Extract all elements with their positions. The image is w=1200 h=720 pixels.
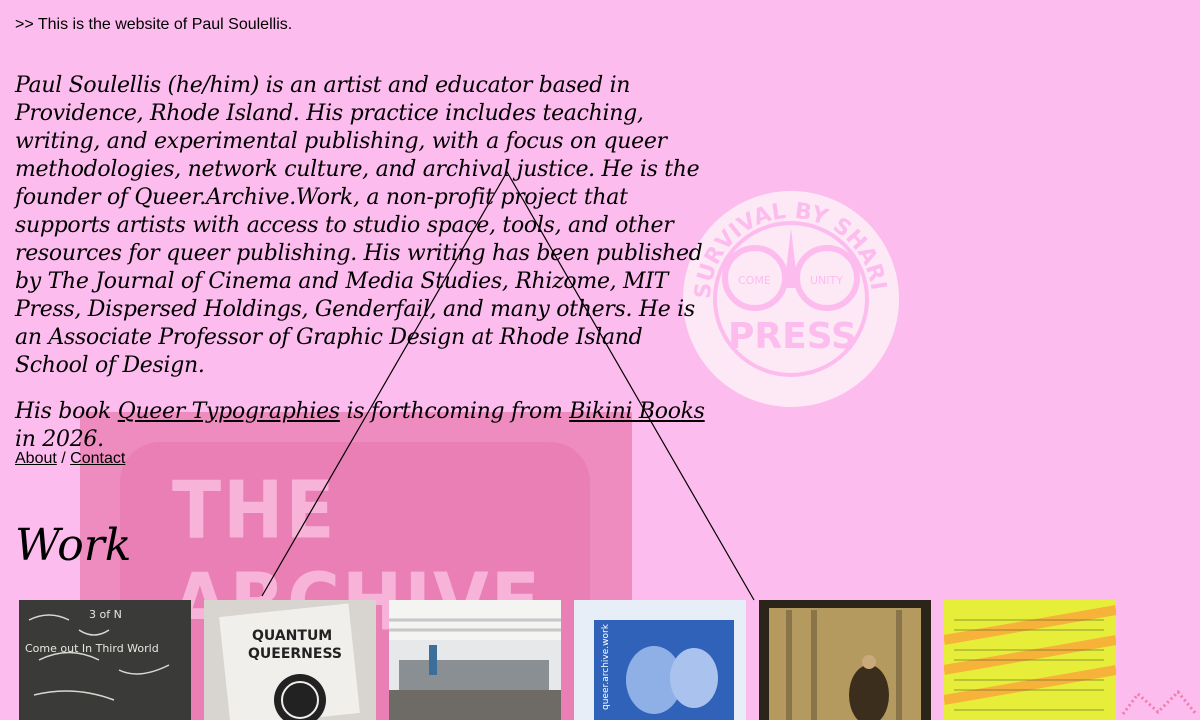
thumb-yellow-text[interactable] xyxy=(944,600,1116,720)
chalkboard-image: Come out In Third World 3 of N xyxy=(19,600,191,720)
book-middle: is forthcoming from xyxy=(339,399,570,424)
bio-paragraph: Paul Soulellis (he/him) is an artist and… xyxy=(15,72,715,380)
bio-text-block: Paul Soulellis (he/him) is an artist and… xyxy=(15,72,715,454)
studio-image xyxy=(389,600,561,720)
journal-title: The Journal of Cinema and Media Studies xyxy=(47,269,503,294)
intro-line: >> This is the website of Paul Soulellis… xyxy=(15,16,293,33)
corner-scribble-decoration xyxy=(1121,689,1198,715)
contact-link[interactable]: Contact xyxy=(70,450,125,467)
zine-image: QUANTUM QUEERNESS xyxy=(204,600,376,720)
seal-left-word: COME xyxy=(738,274,771,287)
work-heading: Work xyxy=(15,520,132,571)
thumb-studio[interactable] xyxy=(389,600,561,720)
zine-title-line2: QUEERNESS xyxy=(248,646,342,662)
thumb-sepia-photo[interactable] xyxy=(759,600,931,720)
bikini-books-link[interactable]: Bikini Books xyxy=(569,399,705,424)
book-prefix: His book xyxy=(15,399,118,424)
about-link[interactable]: About xyxy=(15,450,57,467)
site-nav: About / Contact xyxy=(15,450,125,468)
cyanotype-image: queer.archive.work xyxy=(574,600,746,720)
zine-title-line1: QUANTUM xyxy=(252,628,332,644)
thumb-queer-archive-work[interactable]: queer.archive.work xyxy=(574,600,746,720)
book-paragraph: His book Queer Typographies is forthcomi… xyxy=(15,398,715,454)
chalk-line-1: Come out In Third World xyxy=(25,642,159,655)
bio-main-text: Paul Soulellis (he/him) is an artist and… xyxy=(15,73,703,294)
nav-separator: / xyxy=(61,450,66,467)
thumb-quantum-queerness[interactable]: QUANTUM QUEERNESS xyxy=(204,600,376,720)
seal-center-word: PRESS xyxy=(728,316,857,357)
yellow-text-image xyxy=(944,600,1116,720)
book-suffix: in 2026. xyxy=(15,427,104,452)
sepia-photo-image xyxy=(759,600,931,720)
queer-typographies-link[interactable]: Queer Typographies xyxy=(118,399,340,424)
cyanotype-caption: queer.archive.work xyxy=(601,623,611,710)
seal-right-word: UNITY xyxy=(810,274,843,287)
thumb-chalkboard[interactable]: Come out In Third World 3 of N xyxy=(19,600,191,720)
chalk-line-2: 3 of N xyxy=(89,608,122,621)
